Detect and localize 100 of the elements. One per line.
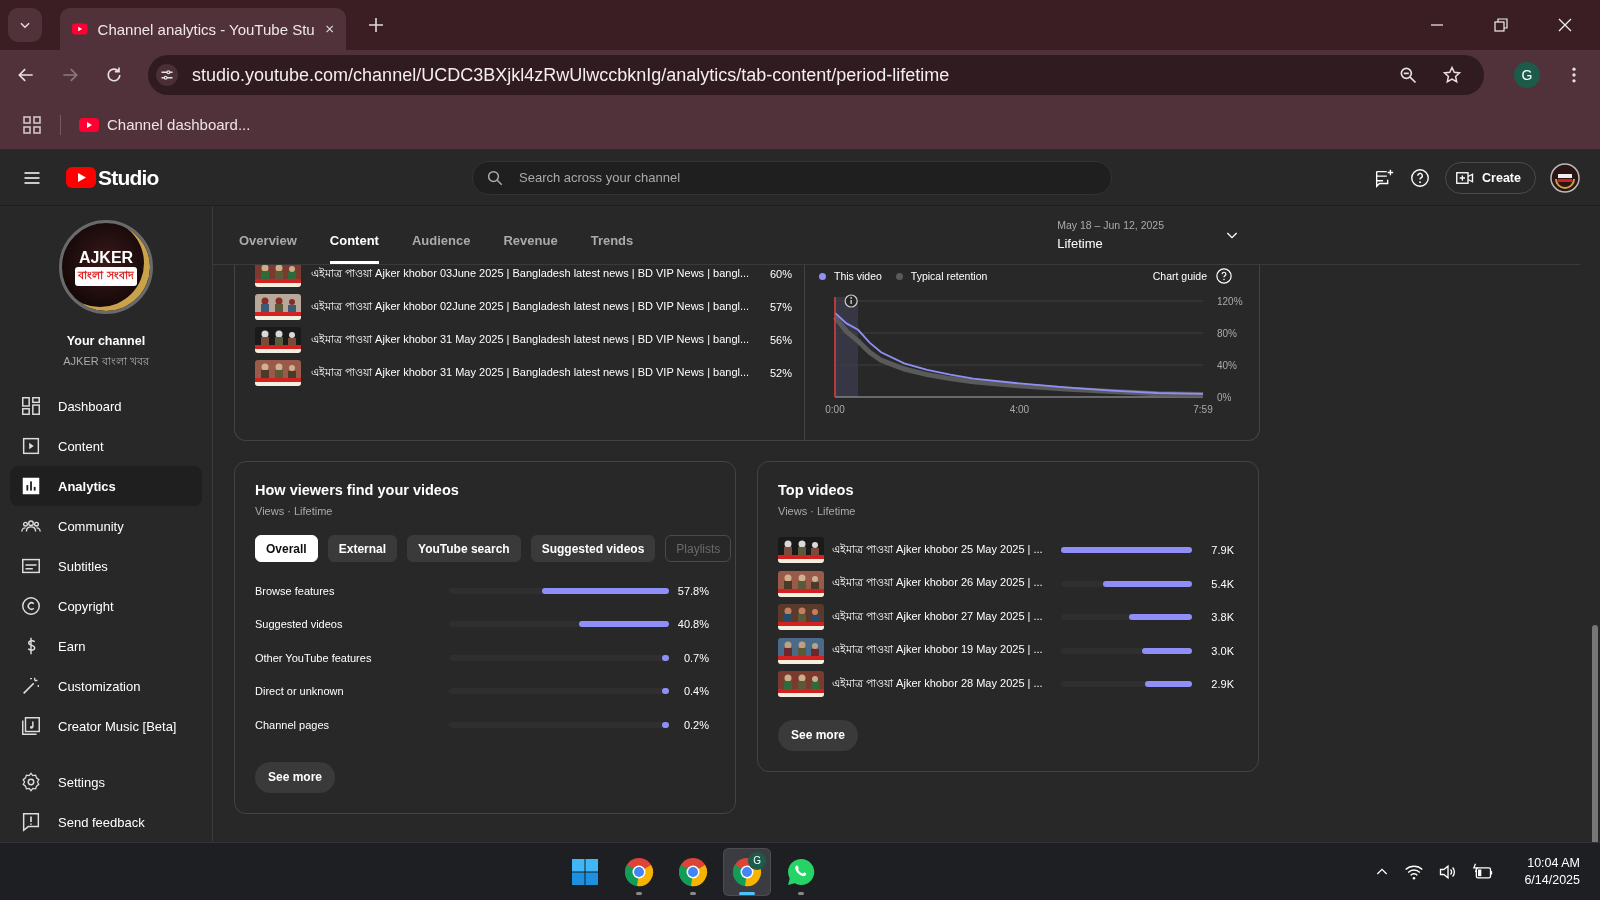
analytics-icon [20,475,42,497]
axis-label: 0% [1217,392,1232,403]
copyright-icon [20,595,42,617]
tab[interactable]: Audience [411,233,471,264]
video-title[interactable]: এইমাত্র পাওয়া Ajker khobor 31 May 2025 | Bangladesh latest news | BD VIP News | bangl... [311,363,752,383]
views-value: 5.4K [1210,577,1234,590]
clock[interactable]: 10:04 AM 6/14/2025 [1524,856,1580,887]
share-value: 57.8% [676,584,709,597]
youtube-icon [79,117,99,132]
help-icon[interactable] [1409,166,1432,189]
logo-text: Studio [98,165,159,190]
views-value: 7.9K [1210,544,1234,557]
video-title[interactable]: এইমাত্র পাওয়া Ajker khobor 03June 2025 | Bangladesh latest news | BD VIP News | bangl... [311,265,752,284]
sidebar-item[interactable]: Customization [10,666,202,706]
share-value: 0.2% [682,718,709,731]
sidebar-item[interactable]: Content [10,426,202,466]
tab[interactable]: Revenue [503,233,558,264]
video-title[interactable]: এইমাত্র পাওয়া Ajker khobor 19 May 2025 | ... [832,641,1053,661]
see-more-button[interactable]: See more [778,719,859,751]
chart-guide-link[interactable]: Chart guide [1152,270,1207,282]
restore-icon[interactable] [1494,18,1508,32]
settings-icon [20,771,42,793]
filter-chip[interactable]: External [327,535,398,562]
music-icon [20,715,42,737]
date-text: 6/14/2025 [1524,873,1580,887]
new-tab-icon[interactable] [368,17,384,33]
battery-icon[interactable] [1472,861,1495,882]
magic-wand-icon [20,675,42,697]
see-more-button[interactable]: See more [255,761,336,793]
tab[interactable]: Overview [239,233,297,264]
chrome-icon [677,855,710,888]
sidebar-item[interactable]: Settings [10,762,202,802]
retention-value: 52% [768,367,792,379]
source-name: Suggested videos [255,618,344,631]
search-field[interactable]: Search across your channel [472,160,1112,195]
channel-avatar[interactable] [1550,162,1580,193]
logo-text: বাংলা সংবাদ [75,266,137,286]
views-value: 3.0K [1210,644,1234,657]
bookmark-star-icon[interactable] [1442,65,1462,85]
card-subtitle: Views · Lifetime [255,505,334,517]
site-settings-icon[interactable] [156,64,178,86]
youtube-logo-icon [66,167,96,188]
source-name: Other YouTube features [255,651,373,664]
card-title: How viewers find your videos [255,482,460,498]
channel-title: Your channel [65,334,147,348]
axis-label: 7:59 [1193,404,1213,415]
help-icon[interactable] [1215,267,1233,285]
filter-chip[interactable]: Suggested videos [530,535,656,562]
add-video-icon [1456,169,1475,186]
retention-value: 56% [768,334,792,346]
source-name: Channel pages [255,718,330,731]
chrome-icon [623,855,656,888]
video-title[interactable]: এইমাত্র পাওয়া Ajker khobor 26 May 2025 | ... [832,574,1053,594]
sidebar-item[interactable]: Dashboard [10,386,202,426]
profile-avatar[interactable]: G [1514,62,1540,88]
create-button[interactable]: Create [1445,161,1536,194]
video-title[interactable]: এইমাত্র পাওয়া Ajker khobor 27 May 2025 | ... [832,607,1053,627]
close-icon[interactable] [324,23,334,35]
video-title[interactable]: এইমাত্র পাওয়া Ajker khobor 25 May 2025 | ... [832,540,1053,560]
search-icon [486,168,504,187]
retention-value: 57% [768,301,792,313]
sidebar-item[interactable]: Community [10,506,202,546]
period-selector[interactable]: May 18 – Jun 12, 2025 Lifetime [1057,219,1240,251]
video-title[interactable]: এইমাত্র পাওয়া Ajker khobor 28 May 2025 | ... [832,674,1053,694]
feedback-icon [20,811,42,833]
share-value: 40.8% [676,618,709,631]
filter-chip[interactable]: Overall [255,535,318,562]
reload-icon[interactable] [104,65,124,85]
time-text: 10:04 AM [1527,856,1580,870]
sidebar-item[interactable]: Earn [10,626,202,666]
youtube-icon [72,22,88,36]
close-icon[interactable] [1558,18,1572,32]
axis-label: 0:00 [825,404,845,415]
bookmark-link[interactable]: Channel dashboard... [79,116,251,133]
legend-item: This video [819,270,882,282]
dashboard-icon [20,395,42,417]
views-value: 2.9K [1210,678,1234,691]
sidebar-item[interactable]: Subtitles [10,546,202,586]
info-icon[interactable] [844,294,858,308]
address-bar[interactable]: studio.youtube.com/channel/UCDC3BXjkl4zRwUlwccbknIg/analytics/tab-content/period-lifetime [148,55,1484,95]
sidebar-item[interactable]: Analytics [10,466,202,506]
apps-grid-icon[interactable] [22,114,42,135]
sidebar-item[interactable]: Send feedback [10,802,202,842]
period-label: Lifetime [1057,236,1104,251]
sidebar-item[interactable]: Copyright [10,586,202,626]
video-title[interactable]: এইমাত্র পাওয়া Ajker khobor 31 May 2025 | Bangladesh latest news | BD VIP News | bangl... [311,330,752,350]
tab[interactable]: Content [329,233,379,264]
retention-value: 60% [768,268,792,280]
tab[interactable]: Trends [590,233,634,264]
source-name: Direct or unknown [255,685,345,698]
axis-label: 40% [1217,360,1237,371]
browser-tab[interactable]: Channel analytics - YouTube Stu [60,8,346,50]
video-title[interactable]: এইমাত্র পাওয়া Ajker khobor 02June 2025 | Bangladesh latest news | BD VIP News | bangl... [311,297,752,317]
filter-chip[interactable]: YouTube search [407,535,521,562]
profile-badge: G [748,851,767,870]
zoom-icon[interactable] [1398,65,1418,85]
views-value: 3.8K [1210,611,1234,624]
sidebar-item[interactable]: Creator Music [Beta] [10,706,202,746]
taskbar-app[interactable]: G [723,847,772,896]
card-title: Top videos [778,482,855,498]
